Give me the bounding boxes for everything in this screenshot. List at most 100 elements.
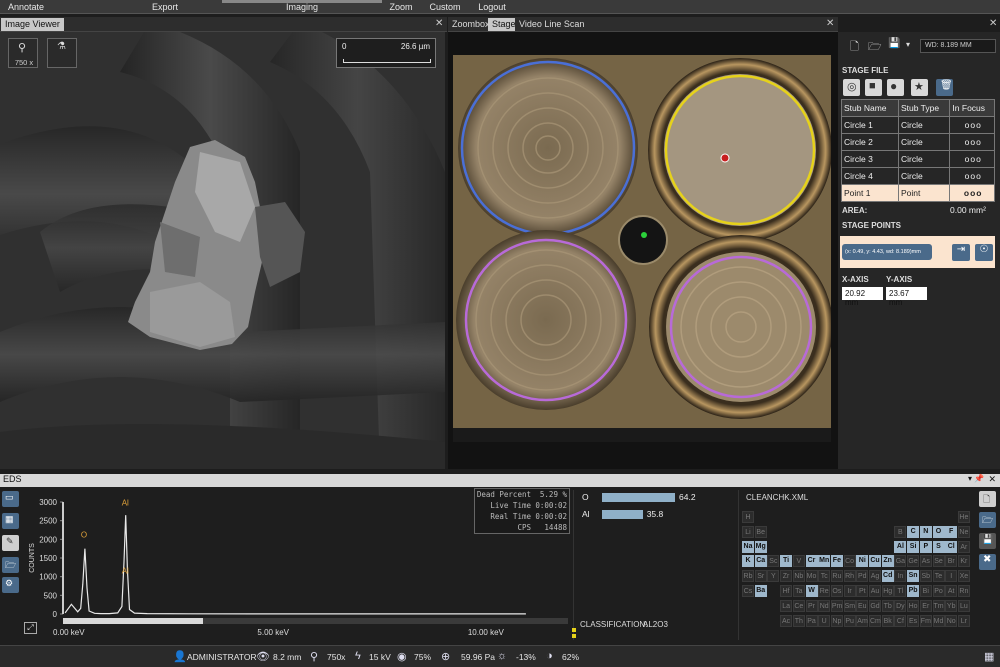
stub-square-button[interactable]: ■ (865, 79, 882, 96)
element-bk[interactable]: Bk (881, 614, 894, 627)
element-au[interactable]: Au (869, 585, 881, 597)
element-ca[interactable]: Ca (754, 555, 767, 568)
element-kr[interactable]: Kr (957, 555, 970, 568)
chevron-down-icon[interactable]: ▾ (906, 40, 910, 49)
table-row[interactable]: Circle 1 Circle ooo (841, 116, 995, 134)
open-folder-icon[interactable]: 🗁 (868, 38, 882, 57)
element-os[interactable]: Os (830, 585, 843, 597)
element-c[interactable]: C (907, 525, 920, 538)
element-pr[interactable]: Pr (805, 599, 818, 612)
element-ir[interactable]: Ir (843, 585, 856, 597)
element-ru[interactable]: Ru (830, 570, 843, 583)
focus-indicator[interactable]: ooo (949, 116, 995, 134)
focus-point-icon[interactable]: ☉ (975, 244, 993, 261)
element-ar[interactable]: Ar (957, 540, 970, 553)
element-se[interactable]: Se (932, 555, 945, 568)
element-na[interactable]: Na (742, 540, 754, 553)
element-hg[interactable]: Hg (881, 585, 894, 597)
element-lu[interactable]: Lu (957, 599, 970, 612)
element-rb[interactable]: Rb (742, 570, 754, 583)
element-pd[interactable]: Pd (856, 570, 869, 583)
delete-stub-button[interactable]: 🗑 (936, 79, 953, 96)
element-pa[interactable]: Pa (805, 614, 818, 627)
element-w[interactable]: W (805, 585, 818, 597)
zoom-tool-button[interactable]: ⚲ 750 x (8, 38, 38, 68)
eds-settings-button[interactable]: ⚙ (2, 577, 19, 593)
table-row[interactable]: Circle 2 Circle ooo (841, 133, 995, 151)
element-lr[interactable]: Lr (957, 614, 970, 627)
menu-imaging[interactable]: Imaging (282, 2, 322, 12)
element-cs[interactable]: Cs (742, 585, 754, 597)
element-fm[interactable]: Fm (919, 614, 932, 627)
element-n[interactable]: N (919, 525, 932, 538)
element-be[interactable]: Be (754, 525, 767, 538)
element-s[interactable]: S (932, 540, 945, 553)
element-re[interactable]: Re (818, 585, 831, 597)
element-mg[interactable]: Mg (754, 540, 767, 553)
element-es[interactable]: Es (907, 614, 920, 627)
element-li[interactable]: Li (742, 525, 754, 538)
element-nb[interactable]: Nb (792, 570, 805, 583)
stage-point-row[interactable]: (x: 0.49, y: 4.43, wd: 8.189)mm ⇥ ☉ (840, 236, 995, 268)
menu-annotate[interactable]: Annotate (6, 2, 46, 12)
element-pm[interactable]: Pm (830, 599, 843, 612)
stub-circle-button[interactable]: ◎ (843, 79, 860, 96)
element-te[interactable]: Te (932, 570, 945, 583)
element-as[interactable]: As (919, 555, 932, 568)
element-si[interactable]: Si (907, 540, 920, 553)
element-nd[interactable]: Nd (818, 599, 831, 612)
element-ce[interactable]: Ce (792, 599, 805, 612)
calendar-icon[interactable]: ▦ (984, 650, 994, 663)
element-k[interactable]: K (742, 555, 754, 568)
close-icon[interactable]: ✕ (988, 474, 996, 485)
tab-zoombox[interactable]: Zoombox (448, 18, 494, 31)
element-ag[interactable]: Ag (869, 570, 881, 583)
element-sc[interactable]: Sc (767, 555, 780, 568)
element-f[interactable]: F (945, 525, 958, 538)
element-cm[interactable]: Cm (869, 614, 881, 627)
element-sb[interactable]: Sb (919, 570, 932, 583)
element-cf[interactable]: Cf (894, 614, 907, 627)
element-ac[interactable]: Ac (780, 614, 793, 627)
sem-image[interactable]: ⚲ 750 x ⚗ (0, 32, 445, 469)
element-fe[interactable]: Fe (830, 555, 843, 568)
eds-save-button[interactable]: 💾 (979, 533, 996, 549)
element-sn[interactable]: Sn (907, 570, 920, 583)
element-ho[interactable]: Ho (907, 599, 920, 612)
focus-indicator[interactable]: ooo (949, 133, 995, 151)
element-rn[interactable]: Rn (957, 585, 970, 597)
element-ba[interactable]: Ba (754, 585, 767, 597)
eds-clear-button[interactable]: ✖ (979, 554, 996, 570)
eds-edit-button[interactable]: ✎ (2, 535, 19, 551)
x-axis-input[interactable]: 20.92 mm (842, 287, 883, 307)
element-bi[interactable]: Bi (919, 585, 932, 597)
close-icon[interactable]: ✕ (989, 18, 997, 29)
element-sm[interactable]: Sm (843, 599, 856, 612)
tab-video-line-scan[interactable]: Video Line Scan (515, 18, 589, 31)
chevron-down-icon[interactable]: ▾ (968, 474, 972, 483)
element-zr[interactable]: Zr (780, 570, 793, 583)
element-o[interactable]: O (932, 525, 945, 538)
element-cd[interactable]: Cd (881, 570, 894, 583)
element-pu[interactable]: Pu (843, 614, 856, 627)
element-tc[interactable]: Tc (818, 570, 831, 583)
element-md[interactable]: Md (932, 614, 945, 627)
element-p[interactable]: P (919, 540, 932, 553)
save-icon[interactable]: 💾 (888, 38, 900, 49)
element-rh[interactable]: Rh (843, 570, 856, 583)
close-icon[interactable]: ✕ (826, 18, 834, 29)
goto-point-icon[interactable]: ⇥ (952, 244, 970, 261)
element-pb[interactable]: Pb (907, 585, 920, 597)
element-dy[interactable]: Dy (894, 599, 907, 612)
element-th[interactable]: Th (792, 614, 805, 627)
element-u[interactable]: U (818, 614, 831, 627)
element-al[interactable]: Al (894, 540, 907, 553)
element-cu[interactable]: Cu (869, 555, 881, 568)
element-br[interactable]: Br (945, 555, 958, 568)
element-am[interactable]: Am (856, 614, 869, 627)
element-ga[interactable]: Ga (894, 555, 907, 568)
table-row[interactable]: Circle 3 Circle ooo (841, 150, 995, 168)
element-ni[interactable]: Ni (856, 555, 869, 568)
element-ge[interactable]: Ge (907, 555, 920, 568)
element-b[interactable]: B (894, 525, 907, 538)
